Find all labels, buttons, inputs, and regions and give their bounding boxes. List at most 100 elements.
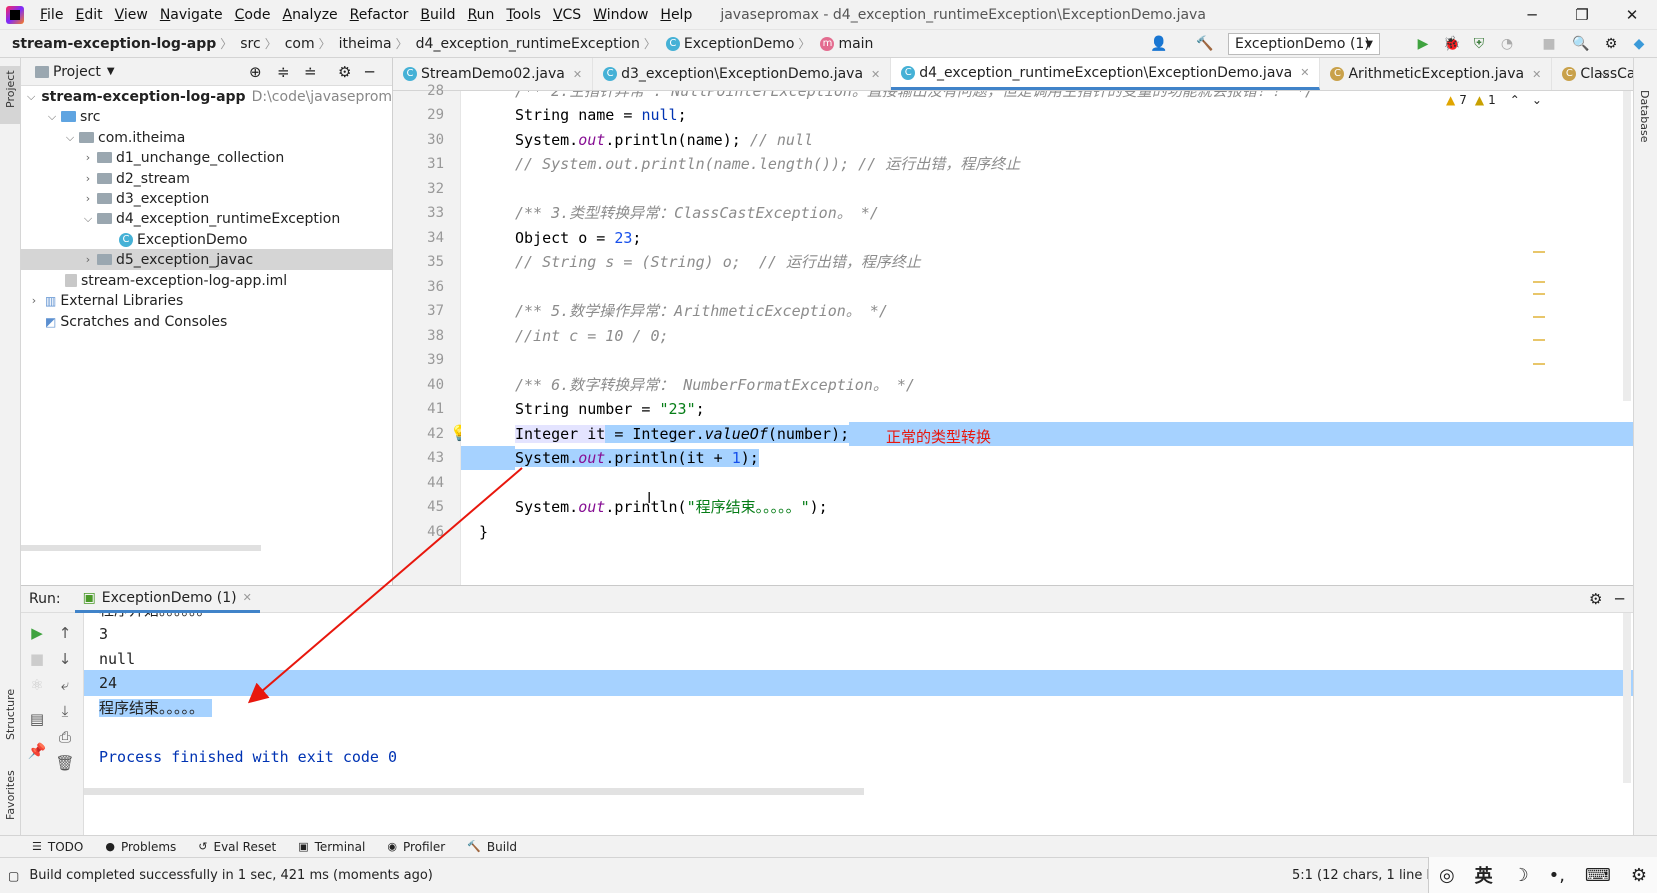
- tree-item-d2[interactable]: › d2_stream: [21, 168, 392, 189]
- chevron-down-icon[interactable]: ⌵: [1600, 66, 1609, 81]
- status-message[interactable]: Build completed successfully in 1 sec, 4…: [29, 868, 433, 883]
- locate-icon[interactable]: ⊕: [249, 63, 262, 81]
- stripe-mark[interactable]: [1533, 363, 1545, 365]
- tree-item-src[interactable]: ⌵ src: [21, 106, 392, 127]
- run-configuration-select[interactable]: ExceptionDemo (1) ▼: [1228, 33, 1380, 55]
- trash-icon[interactable]: 🗑: [55, 753, 75, 773]
- close-icon[interactable]: ✕: [1300, 66, 1309, 79]
- menu-help[interactable]: Help: [654, 7, 698, 23]
- user-icon[interactable]: 👤: [1150, 35, 1168, 53]
- tree-item-project[interactable]: ⌵ stream-exception-log-app D:\code\javas…: [21, 86, 409, 107]
- stripe-mark[interactable]: [1533, 316, 1545, 318]
- arrow-up-icon[interactable]: ↑: [55, 623, 75, 643]
- restore-layout-icon[interactable]: ⚛: [27, 675, 47, 695]
- tool-tab-profiler[interactable]: ◉ Profiler: [387, 840, 445, 854]
- plugin-icon[interactable]: ◆: [1630, 35, 1648, 53]
- pin-icon[interactable]: 📌: [27, 741, 47, 761]
- scroll-to-end-icon[interactable]: ⤓: [55, 701, 75, 721]
- close-icon[interactable]: ✕: [573, 68, 582, 81]
- ime-logo-icon[interactable]: ◎: [1439, 865, 1455, 886]
- debug-icon[interactable]: 🐞: [1443, 35, 1461, 53]
- close-icon[interactable]: ✕: [243, 591, 252, 604]
- tree-item-package[interactable]: ⌵ com.itheima: [21, 127, 392, 148]
- keyboard-icon[interactable]: ⌨: [1585, 865, 1611, 886]
- menu-code[interactable]: Code: [229, 7, 277, 23]
- gear-icon[interactable]: ⚙: [1602, 35, 1620, 53]
- tool-tab-todo[interactable]: ☰ TODO: [32, 840, 83, 854]
- stripe-mark[interactable]: [1533, 251, 1545, 253]
- favorites-stripe-label[interactable]: Favorites: [4, 770, 17, 820]
- punctuation-icon[interactable]: •,: [1549, 865, 1565, 886]
- tool-tab-eval-reset[interactable]: ↺ Eval Reset: [198, 840, 276, 854]
- tree-item-iml[interactable]: stream-exception-log-app.iml: [21, 270, 392, 291]
- vertical-scrollbar[interactable]: [1623, 613, 1631, 783]
- coverage-icon[interactable]: ⛨: [1470, 35, 1488, 53]
- breadcrumb-com[interactable]: com: [277, 36, 319, 52]
- tree-item-d4[interactable]: ⌵ d4_exception_runtimeException: [21, 208, 392, 229]
- tool-tab-problems[interactable]: ● Problems: [105, 840, 176, 854]
- tool-tab-terminal[interactable]: ▣ Terminal: [298, 840, 365, 854]
- stop-icon[interactable]: ■: [27, 649, 47, 669]
- tree-item-external-libraries[interactable]: › ▥ External Libraries: [21, 290, 392, 311]
- soft-wrap-icon[interactable]: ⤶: [55, 675, 75, 695]
- menu-refactor[interactable]: Refactor: [344, 7, 415, 23]
- ime-language[interactable]: 英: [1475, 862, 1493, 888]
- tab-d4-exceptiondemo[interactable]: C d4_exception_runtimeException\Exceptio…: [891, 58, 1321, 90]
- tab-arithmeticexception[interactable]: C ArithmeticException.java ✕: [1320, 58, 1553, 90]
- tree-item-scratches[interactable]: ◩ Scratches and Consoles: [21, 311, 392, 332]
- horizontal-scrollbar[interactable]: [21, 545, 261, 551]
- tree-item-d3[interactable]: › d3_exception: [21, 188, 392, 209]
- minimize-icon[interactable]: ─: [1509, 0, 1555, 29]
- status-toggle-icon[interactable]: ▢: [8, 869, 19, 883]
- breadcrumb-class[interactable]: C ExceptionDemo: [656, 36, 799, 52]
- tab-classcastexception[interactable]: C ClassCastException.j: [1552, 58, 1633, 90]
- menu-window[interactable]: Window: [587, 7, 654, 23]
- chevron-down-icon[interactable]: ▼: [107, 66, 115, 77]
- menu-analyze[interactable]: Analyze: [276, 7, 343, 23]
- gear-icon[interactable]: ⚙: [1589, 590, 1602, 608]
- build-hammer-icon[interactable]: 🔨: [1196, 35, 1214, 53]
- vertical-scrollbar[interactable]: [1623, 91, 1631, 401]
- run-tab-exceptiondemo[interactable]: ▣ ExceptionDemo (1) ✕: [74, 585, 260, 613]
- chevron-down-icon[interactable]: ⌄: [1532, 93, 1542, 107]
- console-output[interactable]: 程序开始。。。。。。 3 null 24 程序结束。。。。。 Process f…: [84, 613, 1633, 835]
- stripe-mark[interactable]: [1533, 293, 1545, 295]
- moon-icon[interactable]: ☽: [1513, 865, 1529, 886]
- close-icon[interactable]: ✕: [871, 68, 880, 81]
- close-icon[interactable]: ✕: [1532, 68, 1541, 81]
- rerun-icon[interactable]: ▶: [27, 623, 47, 643]
- breadcrumb-package[interactable]: d4_exception_runtimeException: [408, 36, 644, 52]
- menu-file[interactable]: File: [34, 7, 69, 23]
- hide-icon[interactable]: ─: [365, 63, 374, 81]
- breadcrumb-src[interactable]: src: [232, 36, 264, 52]
- breadcrumb-project[interactable]: stream-exception-log-app: [0, 36, 220, 52]
- tab-d3-exceptiondemo[interactable]: C d3_exception\ExceptionDemo.java ✕: [593, 58, 892, 90]
- gear-icon[interactable]: ⚙: [338, 63, 351, 81]
- horizontal-scrollbar[interactable]: [84, 788, 864, 795]
- menu-navigate[interactable]: Navigate: [154, 7, 229, 23]
- tree-item-d5[interactable]: › d5_exception_javac: [21, 249, 392, 270]
- profile-icon[interactable]: ◔: [1498, 35, 1516, 53]
- inspection-widget[interactable]: ▲ 7 ▲ 1 ⌃ ⌄: [1446, 93, 1542, 107]
- restore-icon[interactable]: ❐: [1559, 0, 1605, 29]
- tool-tab-build[interactable]: 🔨 Build: [467, 840, 517, 854]
- collapse-all-icon[interactable]: ≐: [304, 63, 317, 81]
- structure-stripe-label[interactable]: Structure: [4, 689, 17, 740]
- stripe-mark[interactable]: [1533, 339, 1545, 341]
- menu-build[interactable]: Build: [414, 7, 461, 23]
- arrow-down-icon[interactable]: ↓: [55, 649, 75, 669]
- tree-item-d1[interactable]: › d1_unchange_collection: [21, 147, 392, 168]
- layout-icon[interactable]: ▤: [27, 709, 47, 729]
- project-panel-title[interactable]: Project: [53, 64, 101, 80]
- stripe-mark[interactable]: [1533, 281, 1545, 283]
- close-icon[interactable]: ✕: [1609, 0, 1655, 29]
- search-icon[interactable]: 🔍: [1572, 35, 1590, 53]
- expand-all-icon[interactable]: ≑: [277, 63, 290, 81]
- hide-icon[interactable]: ─: [1615, 590, 1624, 608]
- gear-icon[interactable]: ⚙: [1631, 865, 1647, 886]
- breadcrumb-itheima[interactable]: itheima: [331, 36, 396, 52]
- print-icon[interactable]: ⎙: [55, 727, 75, 747]
- code-editor[interactable]: /** 2.空指针异常 : NullPointerException。直接输出没…: [461, 91, 1633, 585]
- database-stripe-label[interactable]: Database: [1638, 90, 1651, 143]
- menu-view[interactable]: View: [109, 7, 154, 23]
